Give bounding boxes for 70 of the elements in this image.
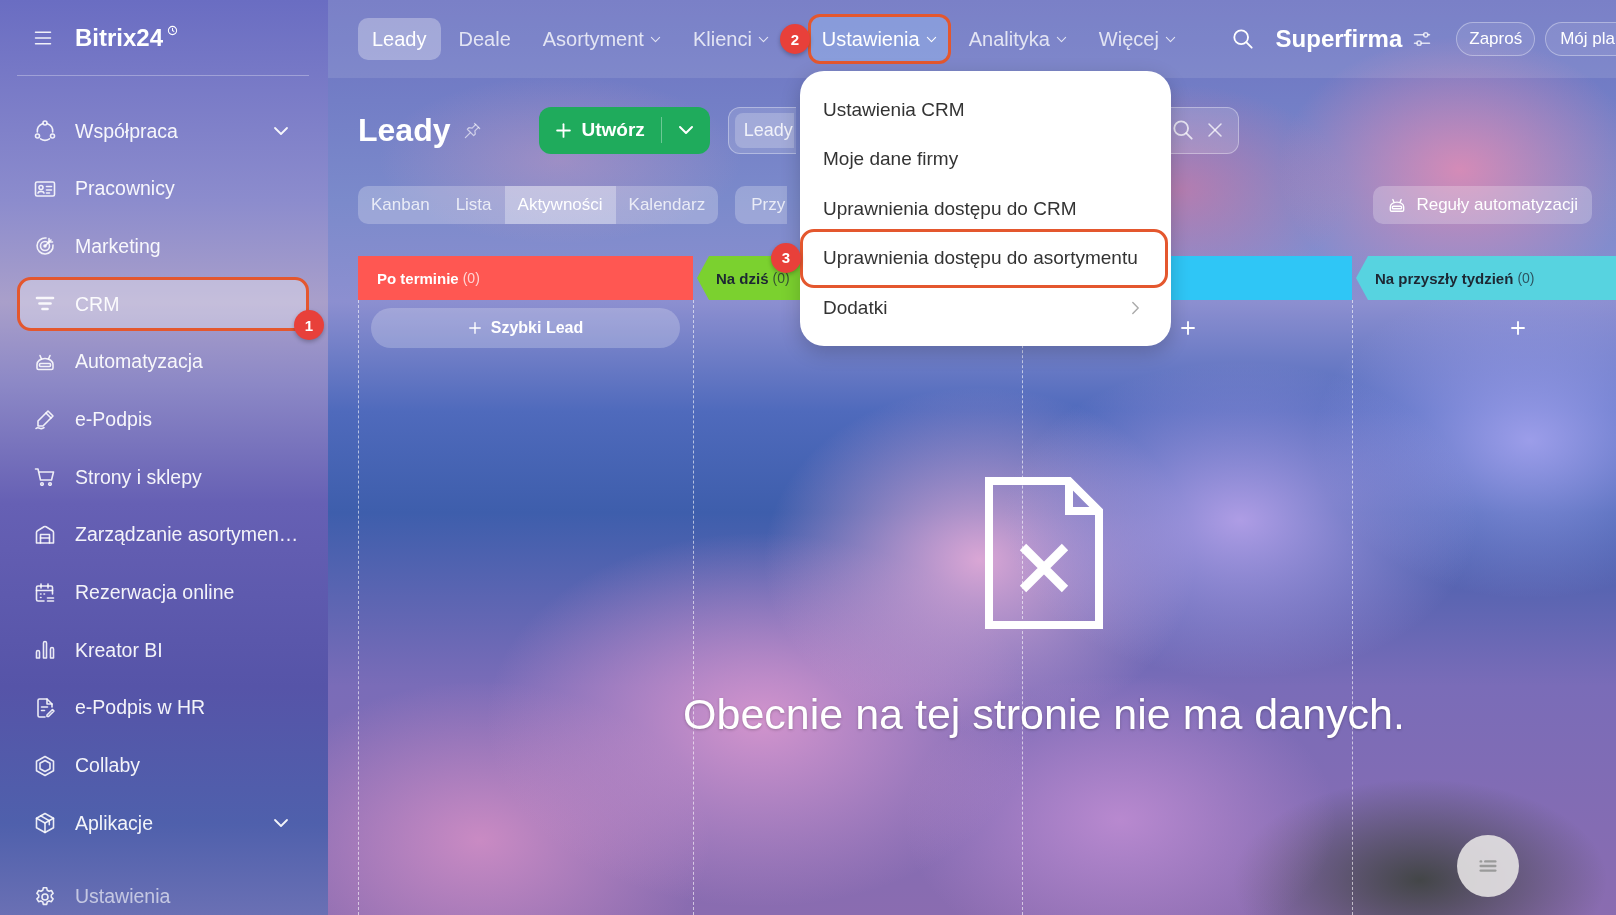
chevron-down-icon: [925, 35, 937, 43]
quick-add-button[interactable]: Szybki Lead: [371, 308, 680, 348]
nav-tab[interactable]: Deale: [451, 18, 518, 60]
toolbar-button[interactable]: Przy: [735, 186, 788, 224]
sidebar-item[interactable]: Kreator BI: [17, 623, 309, 678]
callout-badge: 3: [771, 242, 801, 273]
sidebar-item[interactable]: Collaby: [17, 738, 309, 793]
sidebar-item[interactable]: Pracownicy: [17, 161, 309, 216]
sidebar-item[interactable]: e-Podpis: [17, 392, 309, 447]
chevron-down-icon: [273, 126, 289, 136]
page-title: Leady: [358, 111, 451, 149]
view-tab[interactable]: Lista: [442, 186, 505, 224]
sidebar-item[interactable]: Zarządzanie asortymen…: [17, 507, 309, 562]
search-icon[interactable]: [1171, 119, 1194, 141]
callout-badge: 1: [294, 310, 324, 341]
search-icon[interactable]: [1231, 28, 1254, 50]
filter-field-end[interactable]: [1168, 106, 1239, 154]
sidebar-item[interactable]: Współpraca: [17, 104, 309, 158]
circle-dots-icon: [33, 119, 57, 143]
sliders-icon[interactable]: [1412, 29, 1433, 49]
logo-text[interactable]: Bitrix24: [75, 23, 164, 52]
plus-icon[interactable]: [1509, 320, 1526, 336]
plus-icon[interactable]: [1179, 320, 1196, 336]
column-count: (0): [462, 270, 480, 286]
column-title: Na dziś: [716, 269, 769, 287]
sidebar-item[interactable]: Strony i sklepy: [17, 450, 309, 505]
column-title: Na przyszły tydzień: [1375, 269, 1514, 287]
view-tab[interactable]: Kalendarz: [615, 186, 719, 224]
filter-field[interactable]: Leady: [727, 106, 796, 154]
pin-icon[interactable]: [463, 120, 483, 140]
clock-icon: [167, 25, 179, 36]
empty-state-message: Obecnie na tej stronie nie ma danych.: [683, 689, 1405, 739]
nav-tab[interactable]: Leady: [358, 18, 441, 60]
company-name[interactable]: Superfirma: [1275, 25, 1403, 53]
callout-badge: 2: [779, 24, 810, 54]
sidebar-item[interactable]: e-Podpis w HR: [17, 680, 309, 735]
pen-icon: [33, 407, 57, 432]
sidebar-item[interactable]: Aplikacje: [17, 796, 309, 851]
menu-item[interactable]: Moje dane firmy: [800, 134, 1168, 184]
create-button[interactable]: Utwórz: [539, 106, 710, 154]
menu-item[interactable]: Ustawienia CRM: [800, 85, 1168, 135]
chevron-down-icon: [757, 35, 769, 43]
chevron-down-icon: [649, 35, 661, 43]
header-button[interactable]: Zaproś: [1456, 22, 1536, 56]
column-title: Po terminie: [377, 269, 459, 287]
automation-rules-button[interactable]: Reguły automatyzacji: [1373, 186, 1592, 224]
header-button[interactable]: Mój pla: [1545, 22, 1616, 56]
view-tab[interactable]: Kanban: [358, 186, 443, 224]
nav-tab[interactable]: Więcej: [1091, 18, 1183, 60]
chevron-down-icon: [677, 125, 694, 135]
hexagon-icon: [33, 753, 57, 778]
column-count: (0): [1517, 270, 1535, 286]
nav-tab[interactable]: Asortyment: [535, 18, 668, 60]
close-icon[interactable]: [1205, 121, 1224, 139]
nav-tab[interactable]: Ustawienia: [807, 14, 951, 64]
plus-icon: [467, 321, 482, 335]
nav-tab[interactable]: Analityka: [961, 18, 1074, 60]
plus-icon: [555, 121, 573, 139]
sidebar-item[interactable]: Rezerwacja online: [17, 565, 309, 620]
view-tab[interactable]: Aktywności: [504, 186, 616, 224]
sidebar-item[interactable]: Marketing: [17, 219, 309, 274]
chevron-down-icon: [1164, 35, 1176, 43]
cube-icon: [33, 811, 57, 836]
filter-chip[interactable]: Leady: [734, 112, 794, 148]
chevron-down-icon: [1055, 35, 1067, 43]
chevron-down-icon: [273, 818, 289, 829]
calendar-icon: [33, 580, 57, 605]
sidebar-item[interactable]: Ustawienia: [17, 875, 309, 915]
nav-tab[interactable]: Klienci: [685, 18, 776, 60]
column-count: (0): [772, 270, 790, 286]
